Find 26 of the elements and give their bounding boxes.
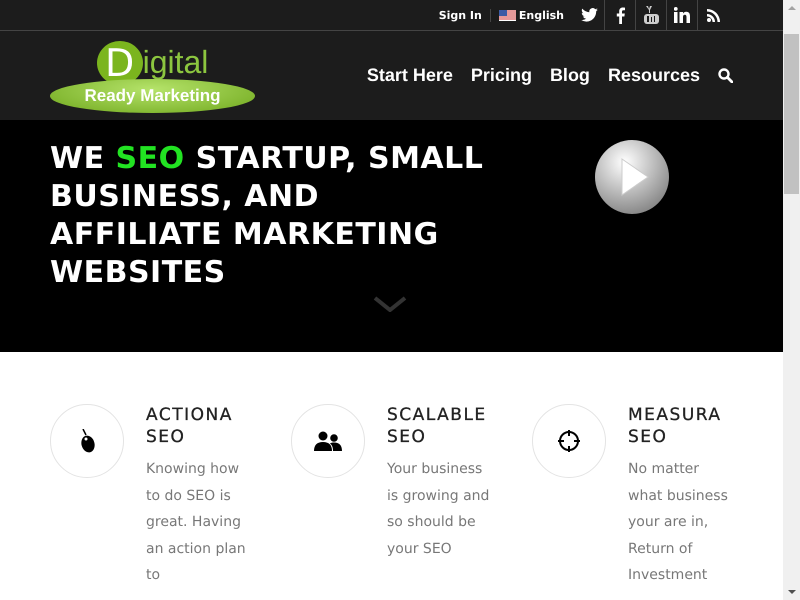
feature-description: Your business is growing and so should be your SEO xyxy=(387,460,490,558)
mouse-icon xyxy=(80,429,94,453)
hero-headline: WE SEO STARTUP, SMALL BUSINESS, AND AFFILIATE MARKETING WEBSITES xyxy=(50,140,484,292)
play-button-icon[interactable] xyxy=(594,139,670,215)
feature-description: Knowing how to do SEO is great. Having an action plan to xyxy=(146,460,247,585)
nav-link[interactable]: Resources xyxy=(608,65,700,86)
feature-title: MEASURA SEO xyxy=(628,404,723,448)
nav-link[interactable]: Pricing xyxy=(470,65,532,86)
feature-title: ACTIONA SEO xyxy=(146,404,234,448)
feature-title: SCALABLE SEO xyxy=(387,404,488,448)
crosshair-icon xyxy=(558,430,580,452)
feature-description: No matter what business your are in, Return of Investment xyxy=(628,460,729,585)
nav-link[interactable]: Blog xyxy=(550,65,590,86)
flag-icon xyxy=(498,10,516,20)
people-icon xyxy=(314,431,342,451)
search-icon[interactable] xyxy=(718,68,733,83)
nav-link[interactable]: Start Here xyxy=(366,65,453,86)
language-selector[interactable]: English xyxy=(498,0,564,30)
rss-icon[interactable] xyxy=(706,8,720,22)
facebook-icon[interactable] xyxy=(616,6,624,24)
linkedin-icon[interactable] xyxy=(674,7,690,23)
twitter-bird-icon[interactable] xyxy=(580,8,598,22)
logo[interactable]: D igital Ready Marketing xyxy=(50,40,255,112)
sign-in-link[interactable]: Sign In xyxy=(438,8,491,22)
scroll-thumb[interactable] xyxy=(784,34,799,194)
youtube-icon[interactable] xyxy=(644,6,658,24)
